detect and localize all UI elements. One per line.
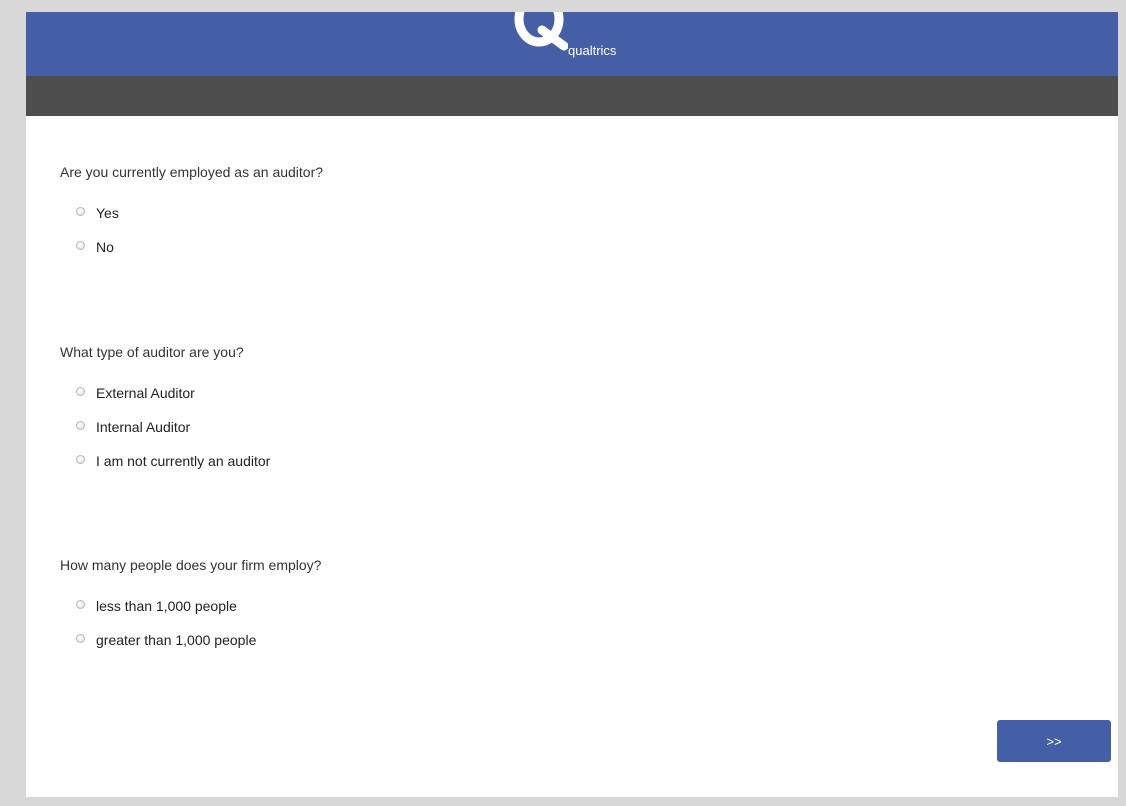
choice-label[interactable]: greater than 1,000 people: [96, 632, 256, 648]
qualtrics-logo: qualtrics: [512, 12, 632, 76]
choice-list: less than 1,000 people greater than 1,00…: [60, 598, 1060, 666]
survey-page: qualtrics Are you currently employed as …: [26, 12, 1118, 797]
logo-text: qualtrics: [568, 43, 617, 58]
radio-button[interactable]: [76, 207, 85, 216]
radio-button[interactable]: [76, 600, 85, 609]
choice-greater-than-1000[interactable]: greater than 1,000 people: [60, 632, 1060, 666]
question-employed-auditor: Are you currently employed as an auditor…: [60, 164, 1060, 273]
qualtrics-q-logo-icon: [514, 12, 568, 51]
question-text: How many people does your firm employ?: [60, 557, 322, 573]
choice-internal-auditor[interactable]: Internal Auditor: [60, 419, 1060, 453]
radio-button[interactable]: [76, 241, 85, 250]
radio-button[interactable]: [76, 634, 85, 643]
choice-list: External Auditor Internal Auditor I am n…: [60, 385, 1060, 487]
choice-label[interactable]: Yes: [96, 205, 119, 221]
question-auditor-type: What type of auditor are you? External A…: [60, 344, 1060, 487]
radio-button[interactable]: [76, 387, 85, 396]
choice-less-than-1000[interactable]: less than 1,000 people: [60, 598, 1060, 632]
question-firm-size: How many people does your firm employ? l…: [60, 557, 1060, 666]
choice-label[interactable]: Internal Auditor: [96, 419, 190, 435]
choice-list: Yes No: [60, 205, 1060, 273]
choice-label[interactable]: No: [96, 239, 114, 255]
choice-label[interactable]: I am not currently an auditor: [96, 453, 270, 469]
radio-button[interactable]: [76, 421, 85, 430]
choice-no[interactable]: No: [60, 239, 1060, 273]
question-text: What type of auditor are you?: [60, 344, 244, 360]
header-subbar: [26, 76, 1118, 116]
choice-label[interactable]: less than 1,000 people: [96, 598, 237, 614]
choice-label[interactable]: External Auditor: [96, 385, 195, 401]
choice-external-auditor[interactable]: External Auditor: [60, 385, 1060, 419]
question-text: Are you currently employed as an auditor…: [60, 164, 324, 180]
survey-header: qualtrics: [26, 12, 1118, 76]
next-button[interactable]: >>: [997, 720, 1111, 762]
radio-button[interactable]: [76, 455, 85, 464]
choice-not-auditor[interactable]: I am not currently an auditor: [60, 453, 1060, 487]
choice-yes[interactable]: Yes: [60, 205, 1060, 239]
